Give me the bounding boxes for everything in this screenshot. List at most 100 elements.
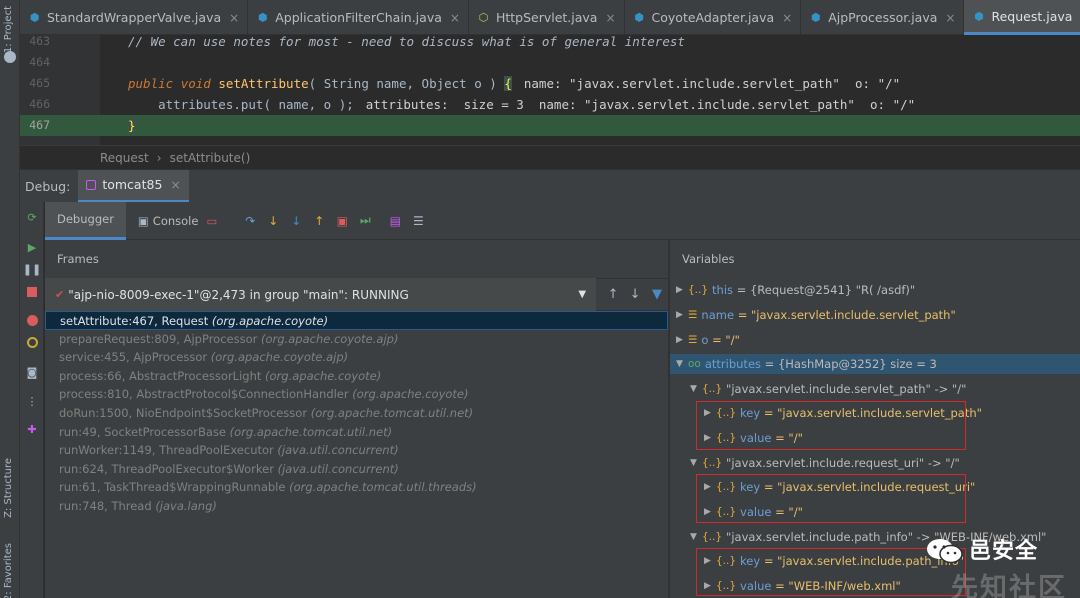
- line-number: 467: [29, 118, 50, 132]
- frame-row[interactable]: runWorker:1149, ThreadPoolExecutor (java…: [45, 441, 668, 460]
- frames-list: setAttribute:467, Request (org.apache.co…: [45, 311, 668, 598]
- resume-icon[interactable]: ▶: [25, 240, 39, 254]
- drop-frame-icon[interactable]: ▣: [331, 210, 353, 232]
- frames-title: Frames: [57, 252, 99, 266]
- step-over-icon[interactable]: ↷: [239, 210, 261, 232]
- frame-row[interactable]: process:66, AbstractProcessorLight (org.…: [45, 367, 668, 386]
- rerun-icon[interactable]: ⟳: [25, 210, 39, 224]
- variable-row[interactable]: ▶ ☰ o = "/": [676, 330, 740, 350]
- inline-debug-hint: name: "javax.servlet.include.servlet_pat…: [523, 76, 901, 91]
- debug-action-column: ⟳ ▶ ❚❚ ◙ ⋮ ✚: [20, 202, 44, 598]
- chevron-right-icon[interactable]: ▶: [676, 330, 688, 350]
- pin-icon[interactable]: ✚: [25, 422, 39, 436]
- watermark-title: 邑安全: [969, 539, 1039, 564]
- tab-label: StandardWrapperValve.java: [47, 10, 222, 25]
- close-icon[interactable]: ×: [945, 11, 955, 25]
- debug-toolbar: Debugger ▣ Console ▭ ↷ ↓ ↓ ↑ ▣ ⏭ ▤ ☰: [45, 201, 1080, 240]
- chevron-down-icon[interactable]: ▼: [690, 453, 702, 473]
- frame-row[interactable]: run:748, Thread (java.lang): [45, 497, 668, 516]
- highlight-box: [696, 474, 966, 523]
- variable-row[interactable]: ▶ ☰ name = "javax.servlet.include.servle…: [676, 305, 956, 325]
- chevron-right-icon[interactable]: ▶: [676, 305, 688, 325]
- camera-icon[interactable]: ◙: [25, 365, 39, 379]
- tab-ajpprocessor[interactable]: ⬢ AjpProcessor.java ×: [801, 0, 965, 35]
- variable-row-selected[interactable]: ▼ oo attributes = {HashMap@3252} size = …: [670, 354, 1080, 374]
- tab-coyoteadapter[interactable]: ⬢ CoyoteAdapter.java ×: [625, 0, 802, 35]
- project-tool-label[interactable]: 1: Project: [3, 6, 14, 53]
- wechat-logo-icon: [927, 539, 963, 564]
- thread-label: "ajp-nio-8009-exec-1"@2,473 in group "ma…: [68, 287, 409, 302]
- class-icon: ⬢: [634, 11, 644, 24]
- tab-request[interactable]: ⬢ Request.java ×: [964, 0, 1080, 35]
- frame-row[interactable]: setAttribute:467, Request (org.apache.co…: [45, 311, 668, 330]
- tab-console[interactable]: ▣ Console ▭: [126, 202, 229, 240]
- pause-icon[interactable]: ❚❚: [23, 262, 41, 276]
- breadcrumb-class[interactable]: Request: [100, 151, 149, 165]
- line-number: 465: [29, 76, 50, 90]
- frame-row[interactable]: doRun:1500, NioEndpoint$SocketProcessor …: [45, 404, 668, 423]
- arrow-up-icon[interactable]: ↑: [602, 287, 624, 302]
- object-icon: {..}: [688, 284, 709, 296]
- breadcrumb-separator: ›: [156, 150, 162, 165]
- structure-tool-label[interactable]: Z: Structure: [3, 458, 14, 518]
- code-line: 465 public void setAttribute( String nam…: [20, 73, 1080, 94]
- favorites-tool-label[interactable]: 2: Favorites: [3, 543, 14, 598]
- debug-tool-window-header: Debug: tomcat85 ×: [20, 169, 1080, 203]
- tab-debugger[interactable]: Debugger: [45, 201, 126, 240]
- watermark: 邑安全 先知社区: [915, 530, 1080, 598]
- frame-row[interactable]: process:810, AbstractProtocol$Connection…: [45, 385, 668, 404]
- frame-row[interactable]: run:61, TaskThread$WrappingRunnable (org…: [45, 478, 668, 497]
- chevron-down-icon[interactable]: ▼: [676, 354, 688, 374]
- run-to-cursor-icon[interactable]: ⏭: [354, 210, 376, 232]
- console-tab-label: Console: [152, 213, 199, 228]
- tab-applicationfilterchain[interactable]: ⬢ ApplicationFilterChain.java ×: [248, 0, 469, 35]
- code-line: 463 // We can use notes for most - need …: [20, 31, 1080, 52]
- breadcrumb-method[interactable]: setAttribute(): [170, 151, 251, 165]
- code-comment: // We can use notes for most - need to d…: [128, 34, 685, 49]
- map-entry-row[interactable]: ▼ {..} "javax.servlet.include.servlet_pa…: [690, 379, 966, 399]
- thread-selector-row: ✔ "ajp-nio-8009-exec-1"@2,473 in group "…: [45, 278, 668, 311]
- thread-dropdown[interactable]: ✔ "ajp-nio-8009-exec-1"@2,473 in group "…: [45, 278, 597, 311]
- parameter-icon: ☰: [688, 309, 698, 321]
- view-breakpoints-icon[interactable]: [25, 313, 39, 327]
- force-step-into-icon[interactable]: ↓: [285, 210, 307, 232]
- filter-icon[interactable]: ▼: [646, 287, 668, 302]
- watermark-subtitle: 先知社区: [951, 573, 1067, 598]
- arrow-down-icon[interactable]: ↓: [624, 287, 646, 302]
- tab-httpservlet[interactable]: ⬡ HttpServlet.java ×: [469, 0, 625, 35]
- step-out-icon[interactable]: ↑: [308, 210, 330, 232]
- stop-icon[interactable]: [25, 285, 39, 299]
- field-icon: oo: [688, 358, 701, 370]
- line-number: 464: [29, 55, 50, 69]
- frame-row[interactable]: service:455, AjpProcessor (org.apache.co…: [45, 348, 668, 367]
- frame-row[interactable]: prepareRequest:809, AjpProcessor (org.ap…: [45, 330, 668, 349]
- evaluate-expression-icon[interactable]: ▤: [384, 210, 406, 232]
- more-options-icon[interactable]: ⋮: [25, 394, 39, 408]
- variable-row[interactable]: ▶ {..} this = {Request@2541} "R( /asdf)": [676, 280, 915, 300]
- tab-standardwrappervalve[interactable]: ⬢ StandardWrapperValve.java ×: [20, 0, 249, 35]
- mute-breakpoints-icon[interactable]: [25, 335, 39, 349]
- line-number: 463: [29, 34, 50, 48]
- frame-row[interactable]: run:624, ThreadPoolExecutor$Worker (java…: [45, 460, 668, 479]
- map-entry-row[interactable]: ▼ {..} "javax.servlet.include.request_ur…: [690, 453, 960, 473]
- debug-session-tab[interactable]: tomcat85 ×: [78, 169, 189, 203]
- trace-current-stream-icon[interactable]: ☰: [407, 210, 429, 232]
- abstract-class-icon: ⬡: [478, 11, 489, 24]
- chevron-down-icon[interactable]: ▼: [690, 379, 702, 399]
- chevron-right-icon[interactable]: ▶: [676, 280, 688, 300]
- class-icon: ⬢: [29, 11, 40, 24]
- step-into-icon[interactable]: ↓: [262, 210, 284, 232]
- close-icon[interactable]: ×: [605, 11, 615, 25]
- close-icon[interactable]: ×: [229, 11, 239, 25]
- code-editor[interactable]: 463 // We can use notes for most - need …: [20, 34, 1080, 145]
- class-icon: ⬢: [974, 9, 984, 23]
- close-icon[interactable]: ×: [170, 177, 180, 192]
- frames-panel-header: Frames: [45, 240, 668, 278]
- chevron-down-icon[interactable]: ▼: [690, 527, 702, 547]
- close-icon[interactable]: ×: [782, 11, 792, 25]
- close-icon[interactable]: ×: [450, 11, 460, 25]
- object-icon: {..}: [702, 457, 723, 469]
- variables-title: Variables: [682, 252, 735, 266]
- restore-layout-icon[interactable]: ▭: [206, 214, 217, 228]
- frame-row[interactable]: run:49, SocketProcessorBase (org.apache.…: [45, 423, 668, 442]
